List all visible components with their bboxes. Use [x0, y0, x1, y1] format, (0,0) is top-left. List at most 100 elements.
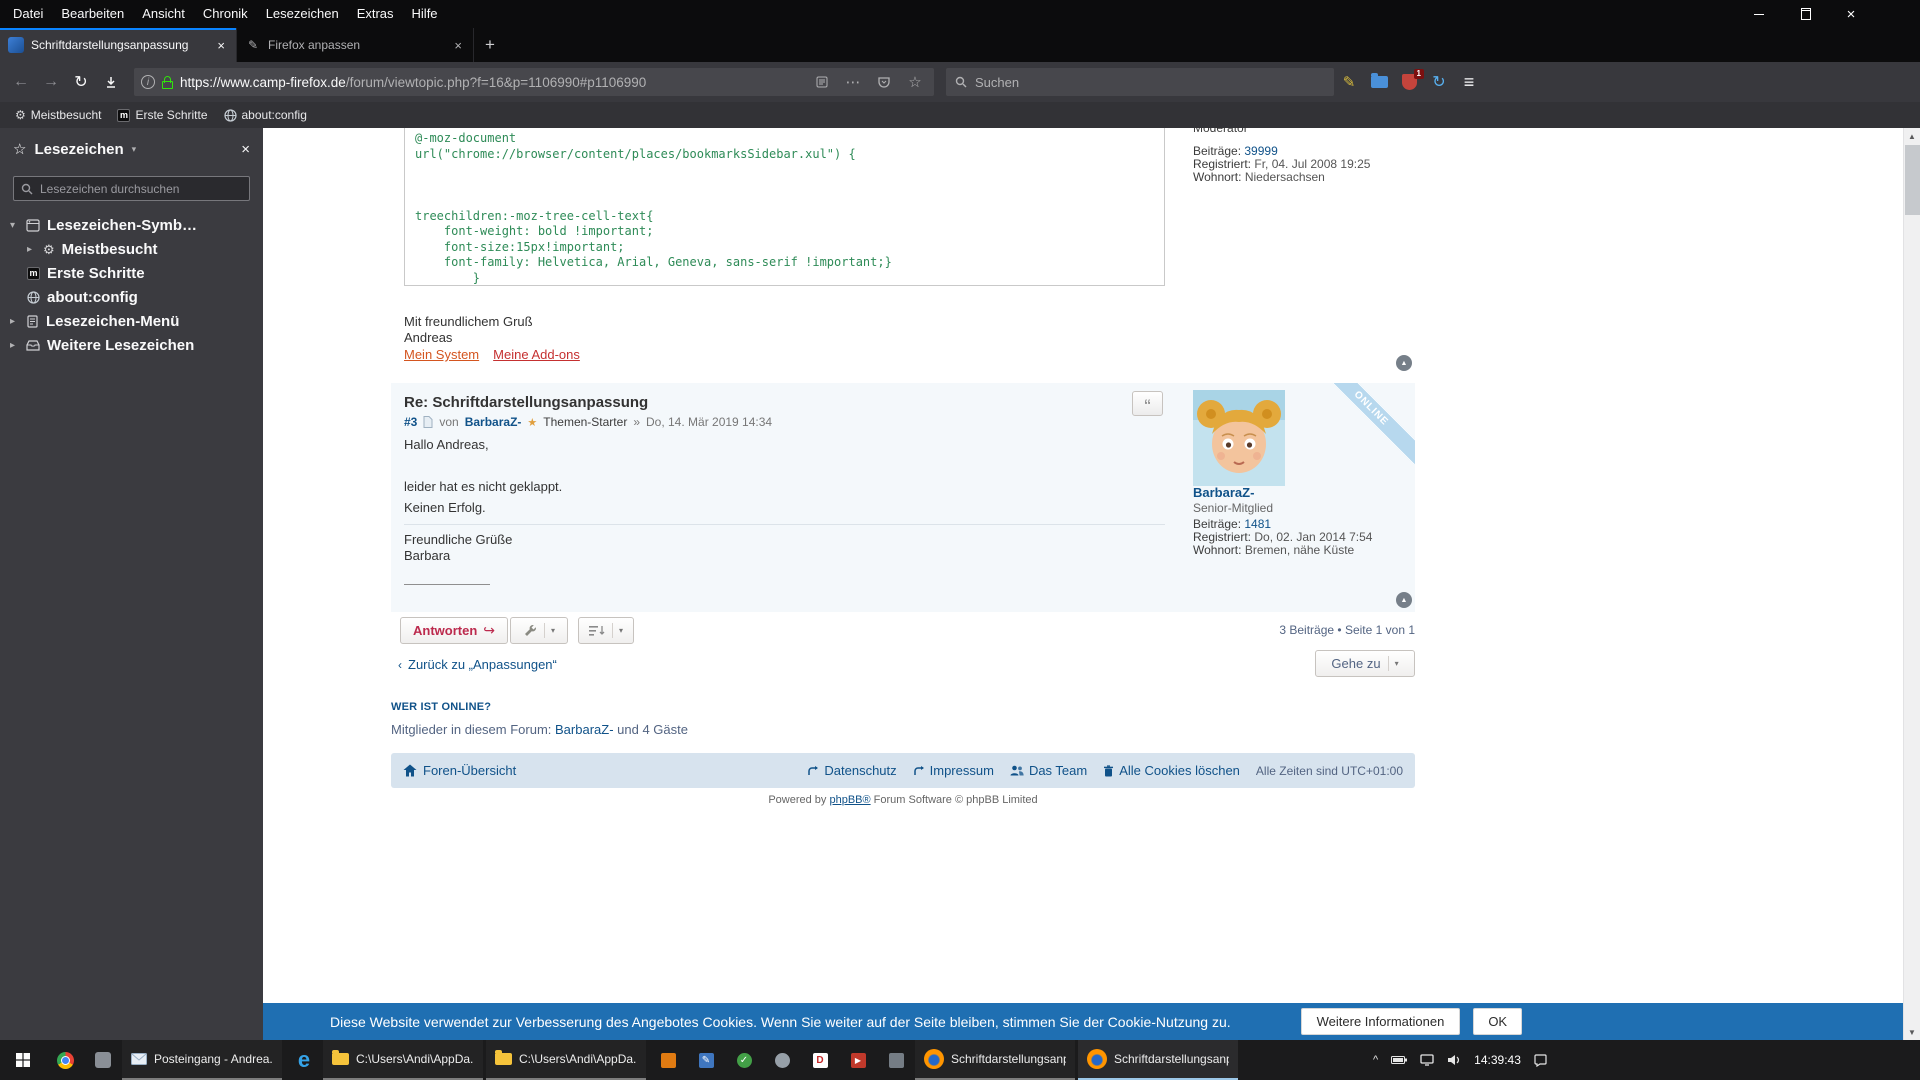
tree-item-weitere-lesezeichen[interactable]: ▸ Weitere Lesezeichen [0, 333, 263, 357]
tray-expand-icon[interactable]: ^ [1373, 1054, 1378, 1066]
tree-item-meistbesucht[interactable]: ▸ ⚙ Meistbesucht [0, 237, 263, 261]
tree-item-lesezeichen-symbolleiste[interactable]: ▾ Lesezeichen-Symb… [0, 213, 263, 237]
scroll-up-arrow-icon[interactable]: ▲ [1904, 128, 1920, 144]
page-actions-icon[interactable]: ⋯ [841, 73, 865, 91]
impressum-link[interactable]: Impressum [913, 763, 994, 778]
post-number-link[interactable]: #3 [404, 415, 417, 429]
https-lock-icon[interactable] [162, 75, 173, 89]
battery-icon[interactable] [1391, 1055, 1408, 1065]
bookmark-erste-schritte[interactable]: m Erste Schritte [110, 104, 214, 126]
pinned-app-icon-5[interactable]: ✓ [725, 1040, 763, 1080]
forward-button[interactable]: → [36, 68, 66, 96]
author-link[interactable]: BarbaraZ- [465, 415, 522, 429]
folder-extension-button[interactable] [1364, 68, 1394, 96]
menu-lesezeichen[interactable]: Lesezeichen [257, 0, 348, 28]
datenschutz-link[interactable]: Datenschutz [807, 763, 897, 778]
pocket-icon[interactable] [872, 76, 896, 88]
sync-extension-button[interactable]: ↻ [1424, 68, 1454, 96]
forum-index-link[interactable]: Foren-Übersicht [403, 763, 516, 778]
back-to-forum-link[interactable]: ‹ Zurück zu „Anpassungen“ [398, 657, 557, 672]
online-user-link[interactable]: BarbaraZ- [555, 722, 614, 737]
edge-browser-icon[interactable]: e [285, 1040, 323, 1080]
menu-bearbeiten[interactable]: Bearbeiten [52, 0, 133, 28]
download-button[interactable] [96, 68, 126, 96]
sidebar-search-input[interactable]: Lesezeichen durchsuchen [13, 176, 250, 201]
das-team-link[interactable]: Das Team [1010, 763, 1087, 778]
scroll-to-top-button[interactable]: ▲ [1396, 355, 1412, 371]
new-tab-button[interactable]: + [474, 28, 506, 62]
sidebar-title[interactable]: Lesezeichen [34, 141, 123, 158]
restore-button[interactable] [1782, 0, 1828, 28]
search-bar[interactable]: Suchen [946, 68, 1334, 96]
taskbar-firefox-window-1[interactable]: Schriftdarstellungsanp... [915, 1040, 1075, 1080]
bookmark-about-config[interactable]: about:config [217, 104, 314, 126]
menu-datei[interactable]: Datei [4, 0, 52, 28]
pinned-app-icon-1[interactable] [46, 1040, 84, 1080]
scroll-down-arrow-icon[interactable]: ▼ [1904, 1024, 1920, 1040]
avatar[interactable] [1193, 390, 1285, 486]
menu-hilfe[interactable]: Hilfe [403, 0, 447, 28]
mein-system-link[interactable]: Mein System [404, 347, 479, 362]
quote-button[interactable]: “ [1132, 391, 1163, 417]
taskbar-explorer-window-1[interactable]: C:\Users\Andi\AppDa... [323, 1040, 483, 1080]
tab-close-icon[interactable]: × [451, 38, 465, 53]
pinned-app-icon-3[interactable] [649, 1040, 687, 1080]
post-count-link[interactable]: 1481 [1244, 517, 1271, 531]
menu-extras[interactable]: Extras [348, 0, 403, 28]
phpbb-link[interactable]: phpBB® [829, 794, 870, 806]
bookmark-label: Meistbesucht [30, 108, 102, 122]
reload-button[interactable]: ↻ [66, 68, 96, 96]
cookie-more-info-button[interactable]: Weitere Informationen [1300, 1008, 1461, 1035]
pinned-app-icon-6[interactable] [763, 1040, 801, 1080]
pencil-extension-button[interactable]: ✎ [1334, 68, 1364, 96]
twisty-right-icon[interactable]: ▸ [10, 316, 19, 327]
tab-forum[interactable]: Schriftdarstellungsanpassung × [0, 28, 237, 62]
hamburger-menu-button[interactable]: ≡ [1454, 68, 1484, 96]
pinned-app-icon-2[interactable] [84, 1040, 122, 1080]
tree-item-erste-schritte[interactable]: m Erste Schritte [0, 261, 263, 285]
twisty-right-icon[interactable]: ▸ [27, 244, 36, 255]
cookie-ok-button[interactable]: OK [1473, 1008, 1523, 1035]
url-bar[interactable]: i https://www.camp-firefox.de/forum/view… [134, 68, 934, 96]
tree-item-lesezeichen-menu[interactable]: ▸ Lesezeichen-Menü [0, 309, 263, 333]
goto-button[interactable]: Gehe zu ▾ [1315, 650, 1415, 677]
tab-close-icon[interactable]: × [214, 38, 228, 53]
vertical-scrollbar[interactable]: ▲ ▼ [1903, 128, 1920, 1040]
action-center-icon[interactable] [1534, 1053, 1547, 1067]
taskbar-explorer-window-2[interactable]: C:\Users\Andi\AppDa... [486, 1040, 646, 1080]
menu-ansicht[interactable]: Ansicht [133, 0, 194, 28]
reader-mode-icon[interactable] [810, 76, 834, 88]
taskbar-clock[interactable]: 14:39:43 [1474, 1053, 1521, 1067]
pinned-app-icon-4[interactable]: ✎ [687, 1040, 725, 1080]
start-button[interactable] [0, 1040, 46, 1080]
scrollbar-thumb[interactable] [1905, 145, 1920, 215]
chevron-down-icon[interactable]: ▾ [132, 144, 137, 155]
bookmark-star-icon[interactable]: ☆ [903, 73, 927, 91]
back-button[interactable]: ← [6, 68, 36, 96]
post-count-link[interactable]: 39999 [1244, 144, 1277, 158]
taskbar-firefox-window-2[interactable]: Schriftdarstellungsanp... [1078, 1040, 1238, 1080]
close-button[interactable]: × [1828, 0, 1874, 28]
delete-cookies-link[interactable]: Alle Cookies löschen [1103, 763, 1240, 778]
site-info-icon[interactable]: i [141, 75, 155, 89]
meine-addons-link[interactable]: Meine Add-ons [493, 347, 580, 362]
scroll-to-top-button[interactable]: ▲ [1396, 592, 1412, 608]
twisty-right-icon[interactable]: ▸ [10, 340, 19, 351]
post-title[interactable]: Re: Schriftdarstellungsanpassung [404, 394, 648, 411]
tree-item-about-config[interactable]: about:config [0, 285, 263, 309]
url-text[interactable]: https://www.camp-firefox.de/forum/viewto… [180, 75, 803, 90]
adblocker-button[interactable]: 1 [1394, 68, 1424, 96]
minimize-button[interactable] [1736, 0, 1782, 28]
profile-name-link[interactable]: BarbaraZ- [1193, 485, 1254, 500]
taskbar-mail-window[interactable]: Posteingang - Andrea... [122, 1040, 282, 1080]
tab-customize[interactable]: ✎ Firefox anpassen × [237, 28, 474, 62]
pinned-app-icon-8[interactable]: ▶ [839, 1040, 877, 1080]
pinned-app-icon-9[interactable] [877, 1040, 915, 1080]
pinned-app-icon-7[interactable]: D [801, 1040, 839, 1080]
twisty-down-icon[interactable]: ▾ [10, 220, 19, 231]
menu-chronik[interactable]: Chronik [194, 0, 257, 28]
network-icon[interactable] [1420, 1054, 1434, 1066]
sidebar-close-icon[interactable]: × [241, 141, 250, 158]
bookmark-meistbesucht[interactable]: ⚙ Meistbesucht [8, 104, 108, 126]
speaker-icon[interactable] [1447, 1054, 1461, 1066]
